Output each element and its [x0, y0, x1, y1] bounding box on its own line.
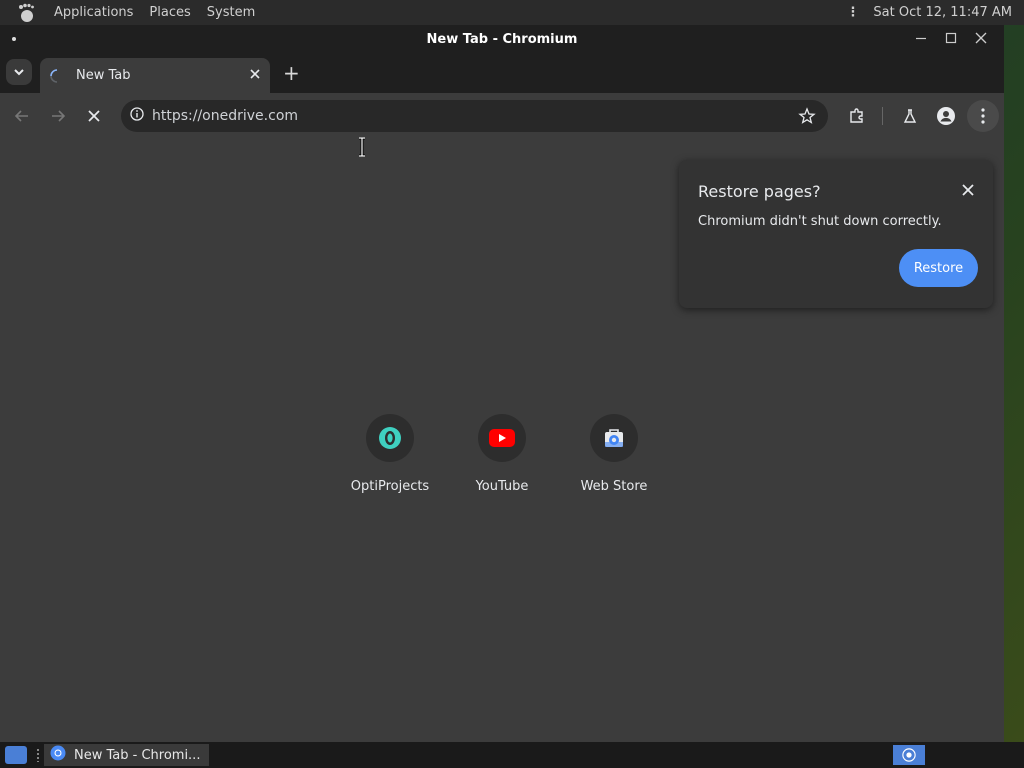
restore-button[interactable]: Restore [899, 249, 978, 287]
panel-grip-icon[interactable] [36, 748, 40, 762]
tab-title: New Tab [76, 68, 131, 83]
restore-pages-dialog: Restore pages? Chromium didn't shut down… [679, 160, 993, 308]
shortcut-youtube[interactable]: YouTube [447, 414, 557, 494]
labs-flask-icon[interactable] [899, 105, 921, 127]
dialog-message: Chromium didn't shut down correctly. [698, 214, 942, 229]
gnome-foot-icon[interactable] [18, 3, 38, 23]
chromium-icon [902, 748, 916, 762]
webstore-icon [590, 414, 638, 462]
tab-new-tab[interactable]: New Tab [40, 58, 270, 93]
clock[interactable]: Sat Oct 12, 11:47 AM [873, 5, 1012, 20]
menu-applications[interactable]: Applications [54, 5, 133, 20]
back-arrow-icon[interactable] [11, 105, 33, 127]
new-tab-plus-icon[interactable]: + [283, 63, 300, 83]
shortcut-web-store[interactable]: Web Store [559, 414, 669, 494]
toolbar-separator [882, 107, 883, 125]
shortcut-label: Web Store [580, 479, 648, 494]
forward-arrow-icon[interactable] [47, 105, 69, 127]
bottom-panel: New Tab - Chromi... [0, 742, 1024, 768]
tab-close-icon[interactable] [250, 68, 260, 83]
loading-spinner-icon [50, 68, 58, 83]
dialog-title: Restore pages? [698, 182, 821, 201]
menu-places[interactable]: Places [149, 5, 190, 20]
window-menu-icon[interactable] [12, 37, 16, 41]
youtube-icon [478, 414, 526, 462]
browser-toolbar: https://onedrive.com [0, 93, 1004, 139]
site-info-icon[interactable] [130, 107, 144, 125]
maximize-icon[interactable] [936, 32, 966, 48]
profile-avatar-icon[interactable] [935, 105, 957, 127]
browser-window: New Tab - Chromium New Tab + https://one… [0, 25, 1004, 742]
close-window-icon[interactable] [966, 32, 996, 48]
chromium-icon [50, 745, 66, 765]
top-panel: Applications Places System ⋮ Sat Oct 12,… [0, 0, 1024, 25]
workspace-switcher[interactable] [893, 745, 925, 765]
close-icon[interactable] [961, 182, 979, 200]
taskbar-item-chromium[interactable]: New Tab - Chromi... [44, 744, 209, 766]
minimize-icon[interactable] [906, 32, 936, 48]
tab-search-button[interactable] [6, 59, 32, 85]
menu-system[interactable]: System [207, 5, 255, 20]
chrome-menu-kebab-icon[interactable] [967, 100, 999, 132]
shortcut-label: YouTube [475, 479, 529, 494]
bookmark-star-icon[interactable] [798, 107, 816, 129]
optiprojects-icon [366, 414, 414, 462]
stop-loading-icon[interactable] [83, 105, 105, 127]
window-title: New Tab - Chromium [426, 32, 578, 47]
extensions-puzzle-icon[interactable] [846, 105, 868, 127]
window-titlebar[interactable]: New Tab - Chromium [0, 25, 1004, 54]
shortcut-label: OptiProjects [350, 479, 430, 494]
shortcut-optiprojects[interactable]: OptiProjects [335, 414, 445, 494]
address-bar[interactable]: https://onedrive.com [121, 100, 828, 132]
chevron-down-icon [14, 69, 24, 76]
show-desktop-icon[interactable] [5, 746, 27, 764]
tab-strip: New Tab + [0, 54, 1004, 93]
taskbar-item-label: New Tab - Chromi... [74, 747, 201, 763]
url-text[interactable]: https://onedrive.com [152, 108, 298, 124]
panel-handle-icon[interactable]: ⋮ [846, 5, 859, 20]
text-cursor-icon [357, 136, 367, 161]
